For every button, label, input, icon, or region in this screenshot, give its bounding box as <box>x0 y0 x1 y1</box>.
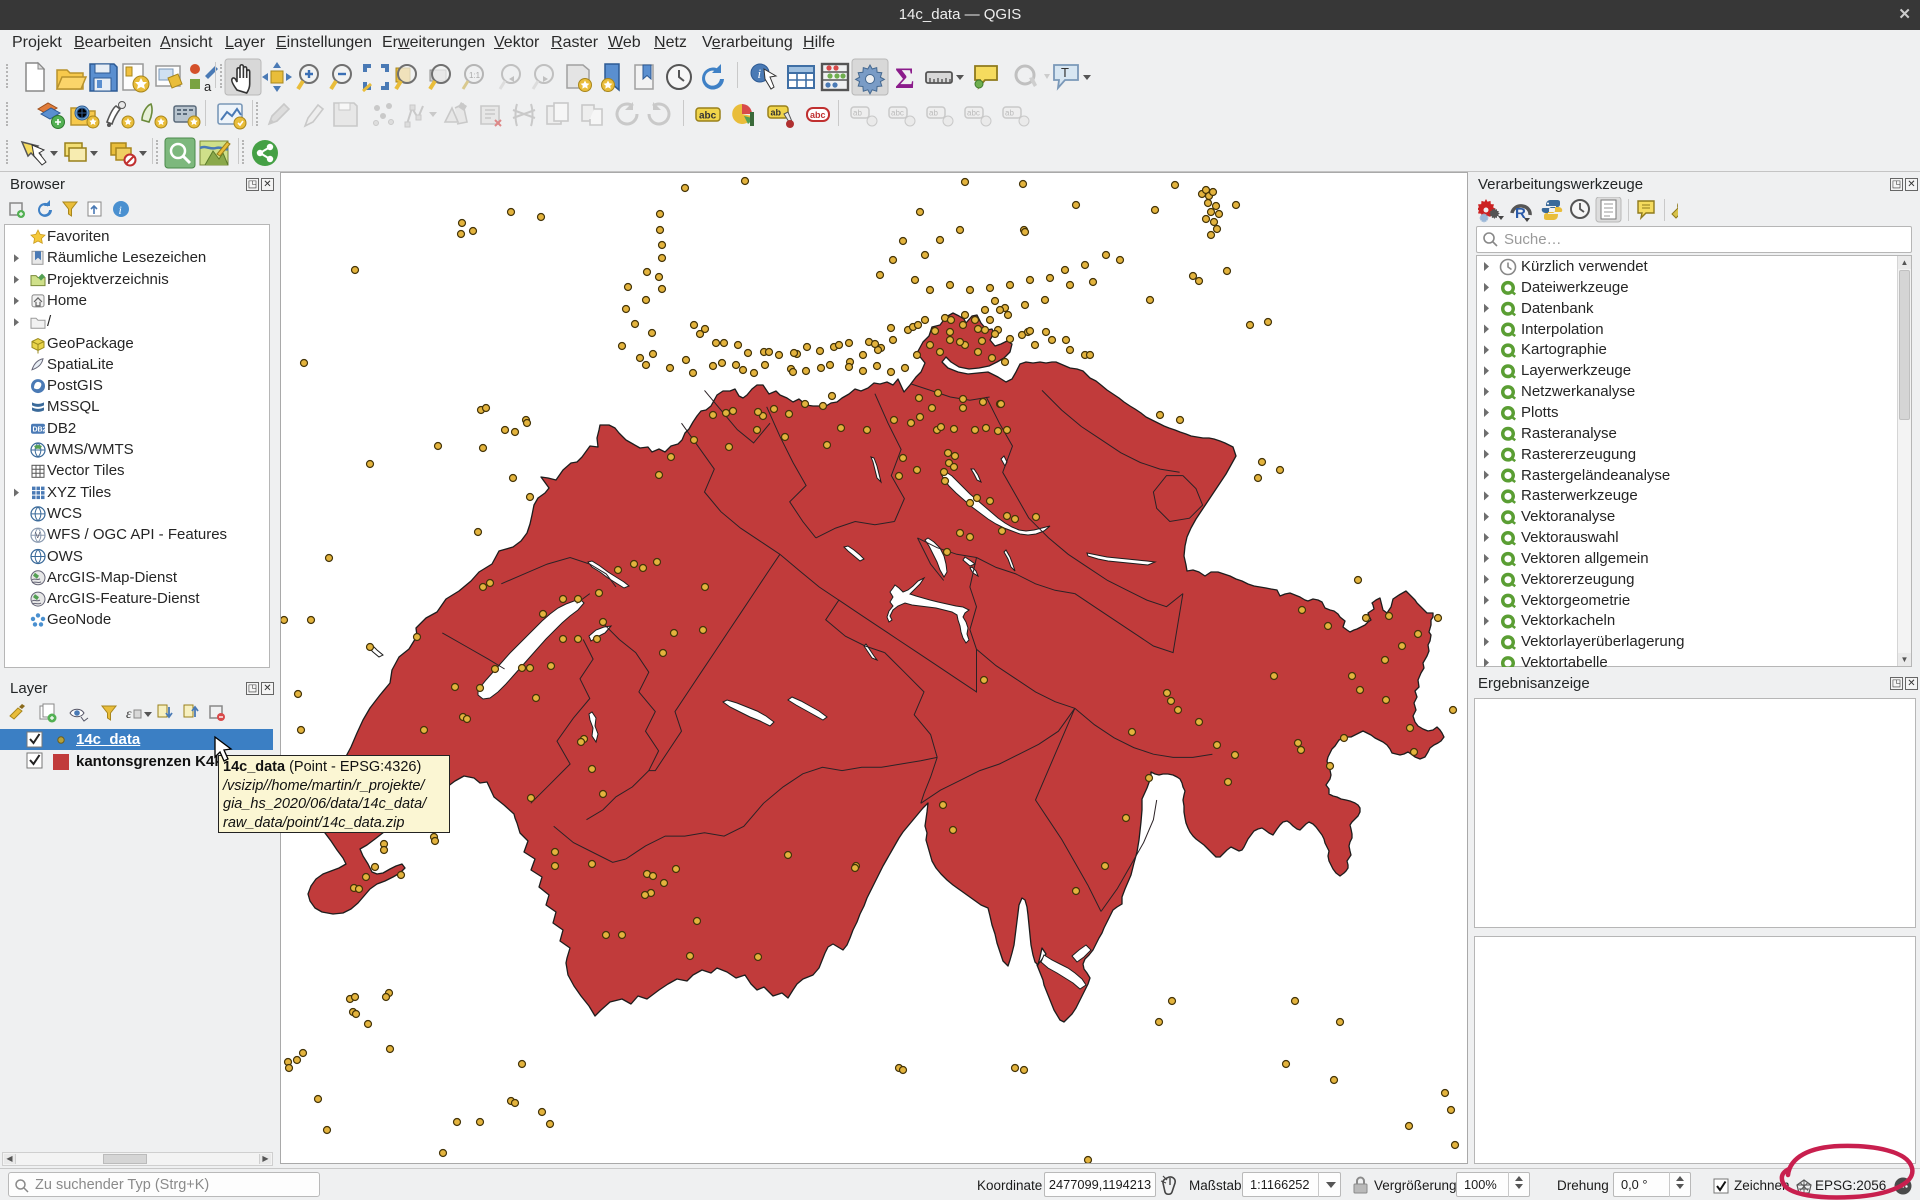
svg-text:ε: ε <box>126 707 132 722</box>
svg-text:ab: ab <box>929 109 938 118</box>
svg-text:abc: abc <box>810 110 826 120</box>
svg-text:i: i <box>758 66 762 81</box>
svg-text:V: V <box>35 531 41 540</box>
svg-text:i: i <box>119 203 122 217</box>
svg-text:DB2: DB2 <box>33 427 47 434</box>
svg-text:abc: abc <box>891 109 904 118</box>
svg-text:ab: ab <box>771 108 782 118</box>
svg-text:T: T <box>1061 65 1069 80</box>
svg-text:ab: ab <box>853 109 862 118</box>
svg-text:abc: abc <box>699 111 717 122</box>
svg-text:1:1: 1:1 <box>469 71 481 80</box>
svg-text:ab: ab <box>1005 109 1014 118</box>
svg-text:abc: abc <box>967 109 980 118</box>
svg-text:Σ: Σ <box>895 62 915 95</box>
svg-text:a: a <box>204 79 212 94</box>
svg-text:R: R <box>1515 205 1526 222</box>
